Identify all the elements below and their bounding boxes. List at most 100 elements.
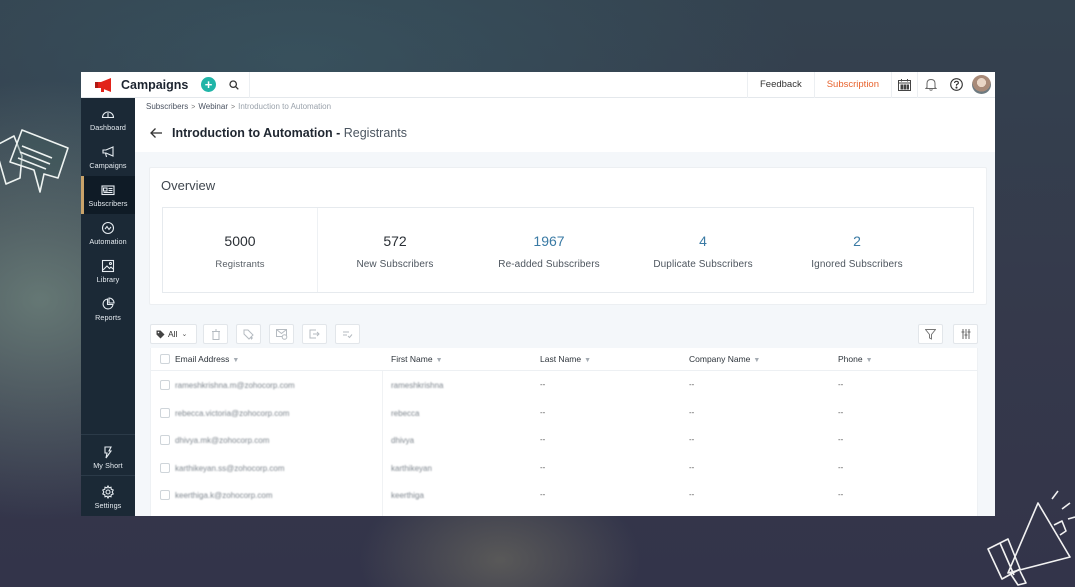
verify-email-button[interactable]: [269, 324, 294, 344]
chat-bubbles-icon: [0, 129, 69, 193]
topbar-actions: Feedback Subscription: [746, 72, 995, 98]
megaphone-icon: [102, 145, 114, 157]
filter-icon: [925, 328, 936, 340]
row-checkbox[interactable]: [160, 435, 170, 445]
sort-icon: ▼: [584, 357, 592, 364]
column-settings-button[interactable]: [953, 324, 978, 344]
column-header-company-name[interactable]: Company Name ▼: [689, 354, 760, 364]
column-label: Last Name: [540, 354, 582, 364]
tag-filter-dropdown[interactable]: All ⌄: [150, 324, 197, 344]
cell-last-name: --: [540, 490, 546, 499]
delete-icon: [211, 329, 220, 340]
breadcrumb-separator: >: [191, 104, 196, 111]
table-header: Email Address ▼ First Name ▼ Last Name ▼ Co…: [151, 348, 977, 371]
list-toolbar: All ⌄: [150, 324, 978, 346]
filter-button[interactable]: [918, 324, 943, 344]
table-row[interactable]: rebecca.victoria@zohocorp.com rebecca --…: [151, 400, 977, 428]
sidebar-item-my-short[interactable]: My Short: [81, 438, 135, 476]
help-button[interactable]: [943, 72, 969, 98]
sidebar-item-label: Dashboard: [89, 122, 127, 132]
row-checkbox[interactable]: [160, 407, 170, 418]
select-all-checkbox[interactable]: [160, 354, 170, 364]
sidebar-item-label: My Short: [93, 460, 123, 470]
cell-phone: --: [838, 462, 844, 472]
image-library-icon: [101, 259, 115, 272]
notifications-button[interactable]: [917, 72, 943, 98]
breadcrumb-item[interactable]: Webinar: [198, 102, 228, 111]
cell-email: karthikeyan.ss@zohocorp.com: [175, 463, 285, 473]
column-header-last-name[interactable]: Last Name ▼: [540, 354, 591, 364]
column-label: First Name: [391, 354, 433, 364]
stat-ignored-subscribers[interactable]: 2 Ignored Subscribers: [780, 208, 934, 292]
avatar[interactable]: [972, 75, 991, 94]
breadcrumb-current: Introduction to Automation: [238, 102, 332, 111]
back-arrow-icon[interactable]: [149, 126, 163, 140]
cell-last-name: --: [540, 380, 546, 389]
cell-first-name: rameshkrishna: [391, 381, 444, 390]
stat-new-subscribers[interactable]: 572 New Subscribers: [318, 208, 472, 292]
export-icon: [309, 329, 320, 339]
stat-value: 4: [699, 233, 707, 249]
page-subtitle: Registrants: [343, 126, 407, 140]
chevron-down-icon: ⌄: [181, 331, 188, 338]
pie-chart-icon: [102, 296, 115, 310]
stat-value: 5000: [224, 233, 256, 249]
overview-stats: 5000 Registrants 572 New Subscribers 196…: [162, 207, 974, 293]
sort-icon: ▼: [865, 357, 873, 364]
sidebar-item-automation[interactable]: Automation: [81, 214, 135, 252]
sort-icon: ▼: [435, 357, 443, 364]
calendar-button[interactable]: [891, 72, 917, 98]
breadcrumb-item[interactable]: Subscribers: [146, 102, 188, 111]
brand[interactable]: Campaigns: [81, 72, 199, 98]
gear-icon: [102, 484, 114, 499]
cell-phone: --: [838, 407, 844, 417]
help-icon: [949, 78, 963, 91]
subscribers-table: Email Address ▼ First Name ▼ Last Name ▼ Co…: [150, 348, 978, 516]
column-header-first-name[interactable]: First Name ▼: [391, 354, 443, 364]
tag-filter-value: All: [168, 329, 178, 339]
sidebar-item-label: Campaigns: [89, 160, 127, 170]
bulk-edit-icon: [343, 331, 353, 338]
page-title: Introduction to Automation - Registrants: [172, 126, 407, 140]
sidebar-item-settings[interactable]: Settings: [81, 478, 135, 516]
breadcrumb: Subscribers > Webinar > Introduction to Auto…: [135, 98, 995, 114]
subscription-link[interactable]: Subscription: [813, 72, 891, 98]
sort-icon: ▼: [232, 357, 240, 364]
shortcut-icon: [104, 445, 113, 458]
sidebar-item-library[interactable]: Library: [81, 252, 135, 290]
column-header-phone[interactable]: Phone ▼: [838, 354, 873, 364]
column-label: Company Name: [689, 354, 751, 364]
stat-duplicate-subscribers[interactable]: 4 Duplicate Subscribers: [626, 208, 780, 292]
column-header-email[interactable]: Email Address ▼: [175, 354, 239, 364]
stat-registrants[interactable]: 5000 Registrants: [163, 208, 318, 292]
table-row[interactable]: rameshkrishna.m@zohocorp.com rameshkrish…: [151, 372, 977, 400]
create-button[interactable]: +: [201, 77, 216, 92]
row-checkbox[interactable]: [160, 462, 170, 473]
sidebar-item-campaigns[interactable]: Campaigns: [81, 138, 135, 176]
bulk-edit-button[interactable]: [335, 324, 360, 344]
table-row[interactable]: keerthiga.k@zohocorp.com keerthiga -- --…: [151, 482, 977, 510]
cell-email: rameshkrishna.m@zohocorp.com: [175, 381, 295, 390]
sidebar-item-subscribers[interactable]: Subscribers: [81, 176, 135, 214]
sidebar-item-reports[interactable]: Reports: [81, 290, 135, 328]
sidebar-item-label: Library: [96, 274, 120, 284]
column-label: Email Address: [175, 354, 230, 364]
stat-re-added-subscribers[interactable]: 1967 Re-added Subscribers: [472, 208, 626, 292]
table-row[interactable]: karthikeyan.ss@zohocorp.com karthikeyan …: [151, 455, 977, 483]
stat-label: New Subscribers: [356, 259, 434, 270]
stat-value: 1967: [533, 233, 565, 249]
tag-icon: [156, 330, 165, 338]
search-button[interactable]: [225, 76, 243, 94]
delete-button[interactable]: [203, 324, 228, 344]
sort-icon: ▼: [753, 357, 761, 364]
row-checkbox[interactable]: [160, 380, 170, 390]
export-button[interactable]: [302, 324, 327, 344]
automation-icon: [101, 221, 115, 234]
table-row[interactable]: dhivya.mk@zohocorp.com dhivya -- -- --: [151, 427, 977, 455]
row-checkbox[interactable]: [160, 490, 170, 500]
add-tag-button[interactable]: [236, 324, 261, 344]
divider: [249, 72, 250, 98]
cell-company: --: [689, 490, 695, 499]
sidebar-item-dashboard[interactable]: Dashboard: [81, 100, 135, 138]
feedback-link[interactable]: Feedback: [746, 72, 814, 98]
